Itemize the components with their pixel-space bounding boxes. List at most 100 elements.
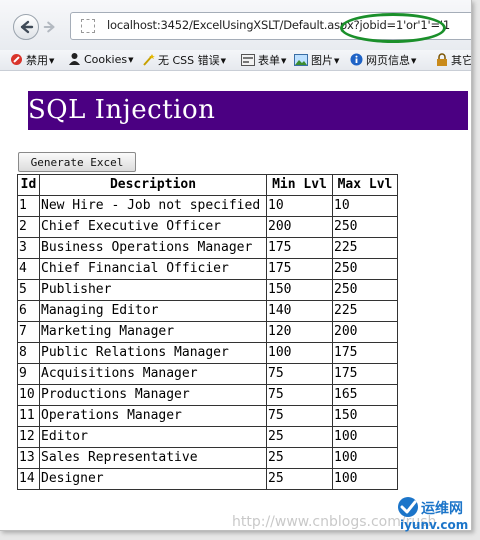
cell-min-lvl: 175: [266, 237, 333, 259]
table-row: 6 Managing Editor 140 225: [17, 300, 398, 322]
cell-id: 12: [17, 426, 40, 448]
cell-max-lvl: 100: [332, 426, 398, 448]
cell-id: 7: [17, 321, 40, 343]
cell-min-lvl: 10: [266, 195, 333, 217]
cell-max-lvl: 225: [332, 300, 398, 322]
cell-description: Sales Representative: [39, 447, 267, 469]
table-row: 1 New Hire - Job not specified 10 10: [17, 195, 398, 217]
header-id: Id: [17, 174, 40, 196]
table-header-row: Id Description Min Lvl Max Lvl: [17, 174, 398, 196]
cell-id: 8: [17, 342, 40, 364]
cell-min-lvl: 175: [266, 258, 333, 280]
bookmark-images[interactable]: 图片▼: [294, 52, 339, 68]
caret-down-icon: ▼: [49, 57, 55, 65]
cell-description: Productions Manager: [39, 384, 267, 406]
cell-id: 4: [17, 258, 40, 280]
watermark-logo-text: 运维网: [421, 500, 463, 517]
caret-down-icon: ▼: [411, 57, 417, 65]
cell-min-lvl: 150: [266, 279, 333, 301]
cell-min-lvl: 120: [266, 321, 333, 343]
bookmark-cookies[interactable]: Cookies▼: [68, 52, 133, 68]
nav-buttons: [5, 10, 65, 40]
page-title: SQL Injection: [28, 95, 216, 125]
cell-min-lvl: 140: [266, 300, 333, 322]
cell-min-lvl: 100: [266, 342, 333, 364]
table-row: 3 Business Operations Manager 175 225: [17, 237, 398, 259]
bookmark-disable[interactable]: 禁用▼: [10, 52, 54, 68]
jobs-table: Id Description Min Lvl Max Lvl 1 New Hire…: [17, 174, 398, 490]
cell-description: Chief Financial Officier: [39, 258, 267, 280]
cell-id: 5: [17, 279, 40, 301]
cell-min-lvl: 200: [266, 216, 333, 238]
cell-max-lvl: 175: [332, 363, 398, 385]
cell-max-lvl: 100: [332, 468, 398, 490]
cell-description: Public Relations Manager: [39, 342, 267, 364]
browser-window: localhost:3452/ExcelUsingXSLT/Default.as…: [0, 0, 472, 531]
caret-down-icon: ▼: [220, 57, 227, 65]
table-row: 13 Sales Representative 25 100: [17, 447, 398, 469]
header-description: Description: [39, 174, 267, 196]
forward-button[interactable]: [39, 16, 59, 36]
info-icon: [350, 53, 363, 69]
header-max-lvl: Max Lvl: [332, 174, 398, 196]
table-row: 4 Chief Financial Officier 175 250: [17, 258, 398, 280]
cell-id: 11: [17, 405, 40, 427]
cell-min-lvl: 75: [266, 384, 333, 406]
cell-description: Editor: [39, 426, 267, 448]
cell-min-lvl: 75: [266, 363, 333, 385]
table-row: 7 Marketing Manager 120 200: [17, 321, 398, 343]
bookmark-page-info[interactable]: 网页信息▼: [350, 52, 416, 68]
cell-id: 2: [17, 216, 40, 238]
generate-excel-button[interactable]: Generate Excel: [18, 152, 136, 172]
cell-description: Marketing Manager: [39, 321, 267, 343]
bookmark-css[interactable]: 无 CSS 错误▼: [142, 52, 226, 68]
cell-description: Business Operations Manager: [39, 237, 267, 259]
arrow-right-icon: [43, 21, 55, 33]
table-row: 2 Chief Executive Officer 200 250: [17, 216, 398, 238]
watermark-logo: 运维网 iyunv.com: [396, 493, 472, 533]
page-content: SQL Injection Generate Excel Id Descript…: [0, 71, 471, 530]
cell-id: 14: [17, 468, 40, 490]
table-row: 5 Publisher 150 250: [17, 279, 398, 301]
cell-max-lvl: 150: [332, 405, 398, 427]
cell-min-lvl: 25: [266, 468, 333, 490]
table-row: 10 Productions Manager 75 165: [17, 384, 398, 406]
cell-max-lvl: 175: [332, 342, 398, 364]
highlight-oval: [340, 13, 446, 43]
table-row: 11 Operations Manager 75 150: [17, 405, 398, 427]
cell-id: 13: [17, 447, 40, 469]
cell-id: 3: [17, 237, 40, 259]
cell-description: Acquisitions Manager: [39, 363, 267, 385]
table-row: 14 Designer 25 100: [17, 468, 398, 490]
cell-max-lvl: 250: [332, 258, 398, 280]
cell-min-lvl: 25: [266, 426, 333, 448]
page-icon: [81, 19, 95, 33]
table-row: 12 Editor 25 100: [17, 426, 398, 448]
image-icon: [294, 53, 308, 69]
navigation-bar: localhost:3452/ExcelUsingXSLT/Default.as…: [0, 0, 471, 51]
cell-description: Designer: [39, 468, 267, 490]
table-row: 8 Public Relations Manager 100 175: [17, 342, 398, 364]
back-button[interactable]: [13, 14, 39, 40]
watermark-logo-sub: iyunv.com: [400, 518, 468, 532]
no-entry-icon: [10, 53, 23, 69]
bookmark-other[interactable]: 其它: [436, 52, 471, 69]
cell-max-lvl: 250: [332, 279, 398, 301]
cell-description: New Hire - Job not specified: [39, 195, 267, 217]
cell-description: Publisher: [39, 279, 267, 301]
cell-description: Operations Manager: [39, 405, 267, 427]
header-min-lvl: Min Lvl: [266, 174, 333, 196]
arrow-left-icon: [20, 20, 34, 34]
user-icon: [68, 52, 81, 68]
cell-min-lvl: 75: [266, 405, 333, 427]
lock-icon: [436, 53, 448, 69]
title-banner: SQL Injection: [28, 91, 468, 130]
cell-id: 1: [17, 195, 40, 217]
bookmark-forms[interactable]: 表单▼: [241, 52, 286, 68]
table-row: 9 Acquisitions Manager 75 175: [17, 363, 398, 385]
wand-icon: [142, 53, 155, 69]
cell-max-lvl: 165: [332, 384, 398, 406]
cell-id: 6: [17, 300, 40, 322]
cell-description: Managing Editor: [39, 300, 267, 322]
cell-max-lvl: 225: [332, 237, 398, 259]
